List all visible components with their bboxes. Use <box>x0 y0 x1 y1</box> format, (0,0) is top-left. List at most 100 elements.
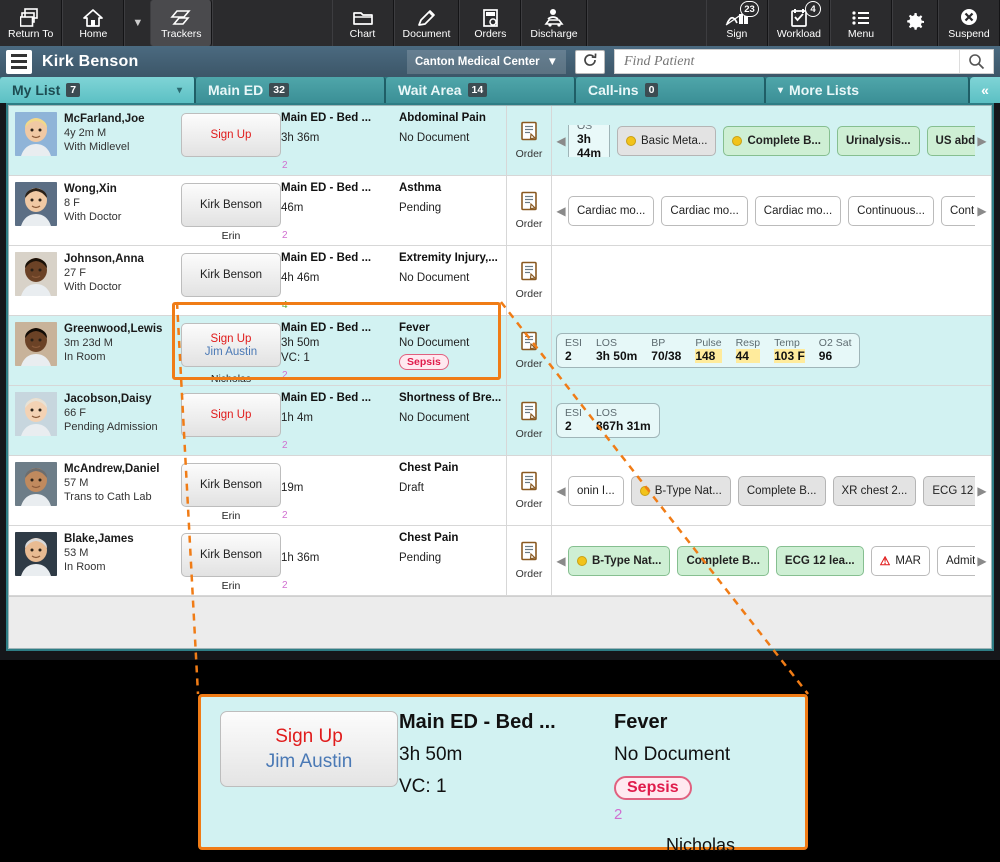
encounter-cell[interactable]: Chest PainKirk Benson1h 36mPendingErin2 <box>181 526 506 595</box>
order-chip[interactable]: Basic Meta... <box>617 126 716 156</box>
collapse-panel-button[interactable]: « <box>970 77 1000 103</box>
assignment-button[interactable]: Sign Up <box>181 393 281 437</box>
encounter-cell[interactable]: Main ED - Bed ...AsthmaKirk Benson46mPen… <box>181 176 506 245</box>
order-chip[interactable]: Cardiac mo... <box>661 196 747 226</box>
toolbar-button-trackers[interactable]: Trackers <box>150 0 212 46</box>
order-chip[interactable]: Complete B... <box>677 546 768 576</box>
patient-cell[interactable]: Jacobson,Daisy66 FPending Admission <box>9 386 181 455</box>
scroll-left-arrow-icon[interactable]: ◀ <box>554 134 568 148</box>
table-row[interactable]: Jacobson,Daisy66 FPending AdmissionMain … <box>9 386 991 456</box>
order-chip[interactable]: ⚠MAR <box>871 546 930 576</box>
vitals-panel[interactable]: ESI2LOS867h 31m <box>556 403 660 438</box>
patient-cell[interactable]: Blake,James53 MIn Room <box>9 526 181 595</box>
sepsis-badge[interactable]: Sepsis <box>399 354 449 370</box>
table-row[interactable]: Johnson,Anna27 FWith DoctorMain ED - Bed… <box>9 246 991 316</box>
scroll-right-arrow-icon[interactable]: ▶ <box>975 204 989 218</box>
patient-status: Pending Admission <box>64 421 158 433</box>
order-chip[interactable]: B-Type Nat... <box>568 546 670 576</box>
scroll-right-arrow-icon[interactable]: ▶ <box>975 134 989 148</box>
tab-call-ins[interactable]: Call-ins 0 <box>576 77 766 103</box>
search-input[interactable] <box>615 50 959 73</box>
toolbar-button-suspend[interactable]: Suspend <box>938 0 1000 46</box>
order-column[interactable]: Order <box>506 106 552 175</box>
table-row[interactable]: Wong,Xin8 FWith DoctorMain ED - Bed ...A… <box>9 176 991 246</box>
toolbar-button-home[interactable]: Home <box>62 0 124 46</box>
refresh-button[interactable] <box>575 50 605 74</box>
toolbar-button-menu[interactable]: Menu <box>830 0 892 46</box>
toolbar-button-orders[interactable]: Orders <box>459 0 521 46</box>
order-column[interactable]: Order <box>506 246 552 315</box>
table-row[interactable]: Blake,James53 MIn RoomChest PainKirk Ben… <box>9 526 991 596</box>
toolbar-button-chart[interactable]: Chart <box>332 0 394 46</box>
vital-label: BP <box>651 337 681 349</box>
assignment-button[interactable]: Kirk Benson <box>181 183 281 227</box>
vitals-panel[interactable]: ESI2LOS3h 50mBP70/38Pulse148Resp44Temp10… <box>556 333 860 368</box>
find-patient-field[interactable] <box>614 49 994 74</box>
table-row[interactable]: McFarland,Joe4y 2m MWith MidlevelMain ED… <box>9 106 991 176</box>
assignment-button[interactable]: Kirk Benson <box>181 533 281 577</box>
order-chip[interactable]: Cardiac mo... <box>568 196 654 226</box>
order-chip[interactable]: XR chest 2... <box>833 476 917 506</box>
hamburger-menu-icon[interactable] <box>6 50 32 74</box>
order-chip[interactable]: B-Type Nat... <box>631 476 731 506</box>
vital-label: Resp <box>736 337 761 349</box>
toolbar-button-sign[interactable]: 23 Sign <box>706 0 768 46</box>
order-chip[interactable]: Continuous... <box>848 196 934 226</box>
assignment-button[interactable]: Kirk Benson <box>181 463 281 507</box>
toolbar-button-discharge[interactable]: Discharge <box>521 0 586 46</box>
order-chip[interactable]: Admit as I... <box>937 546 975 576</box>
home-dropdown-caret-icon[interactable]: ▼ <box>124 0 150 46</box>
order-chip[interactable]: Complete B... <box>723 126 829 156</box>
callout-sepsis-badge[interactable]: Sepsis <box>614 776 692 800</box>
assignment-button[interactable]: Kirk Benson <box>181 253 281 297</box>
patient-demographics: 8 F <box>64 197 121 209</box>
toolbar-button-return-to[interactable]: Return To <box>0 0 62 46</box>
order-chip[interactable]: Continuous... <box>941 196 975 226</box>
toolbar-button-document[interactable]: Document <box>394 0 460 46</box>
order-chip[interactable]: Urinalysis... <box>837 126 920 156</box>
order-chip[interactable]: Cardiac mo... <box>755 196 841 226</box>
encounter-cell[interactable]: Main ED - Bed ...Abdominal PainSign Up3h… <box>181 106 506 175</box>
table-row[interactable]: Greenwood,Lewis3m 23d MIn RoomMain ED - … <box>9 316 991 386</box>
tab-main-ed[interactable]: Main ED 32 <box>196 77 386 103</box>
patient-cell[interactable]: McAndrew,Daniel57 MTrans to Cath Lab <box>9 456 181 525</box>
order-chip[interactable]: Complete B... <box>738 476 826 506</box>
encounter-cell[interactable]: Main ED - Bed ...Extremity Injury,...Kir… <box>181 246 506 315</box>
encounter-cell[interactable]: Main ED - Bed ...FeverSign UpJim Austin3… <box>181 316 506 385</box>
scroll-right-arrow-icon[interactable]: ▶ <box>975 554 989 568</box>
patient-cell[interactable]: Greenwood,Lewis3m 23d MIn Room <box>9 316 181 385</box>
facility-selector[interactable]: Canton Medical Center ▼ <box>407 50 566 74</box>
order-chip[interactable]: US abdomen <box>927 126 975 156</box>
scroll-left-arrow-icon[interactable]: ◀ <box>554 204 568 218</box>
search-icon[interactable] <box>959 50 993 73</box>
callout-sign-up-button[interactable]: Sign Up Jim Austin <box>220 711 398 787</box>
los-chip[interactable]: OS3h 44m <box>568 125 610 157</box>
scroll-left-arrow-icon[interactable]: ◀ <box>554 554 568 568</box>
encounter-cell[interactable]: Chest PainKirk Benson19mDraftErin2 <box>181 456 506 525</box>
assignment-button[interactable]: Sign UpJim Austin <box>181 323 281 367</box>
order-column[interactable]: Order <box>506 316 552 385</box>
patient-cell[interactable]: Wong,Xin8 FWith Doctor <box>9 176 181 245</box>
order-column[interactable]: Order <box>506 456 552 525</box>
tab-wait-area[interactable]: Wait Area 14 <box>386 77 576 103</box>
chief-complaint: Extremity Injury,... <box>399 252 502 264</box>
scroll-right-arrow-icon[interactable]: ▶ <box>975 484 989 498</box>
encounter-cell[interactable]: Main ED - Bed ...Shortness of Bre...Sign… <box>181 386 506 455</box>
patient-cell[interactable]: McFarland,Joe4y 2m MWith Midlevel <box>9 106 181 175</box>
order-chip[interactable]: ECG 12 lea... <box>923 476 975 506</box>
tab-my-list[interactable]: My List 7 ▾ <box>0 77 196 103</box>
order-column[interactable]: Order <box>506 386 552 455</box>
scroll-left-arrow-icon[interactable]: ◀ <box>554 484 568 498</box>
toolbar-button-settings[interactable] <box>892 0 938 46</box>
chevron-down-icon[interactable]: ▾ <box>177 85 182 96</box>
order-chip[interactable]: ECG 12 lea... <box>776 546 864 576</box>
order-column-label: Order <box>516 358 543 370</box>
tab-more-lists[interactable]: ▾ More Lists <box>766 77 970 103</box>
assignment-button[interactable]: Sign Up <box>181 113 281 157</box>
order-column[interactable]: Order <box>506 176 552 245</box>
order-column[interactable]: Order <box>506 526 552 595</box>
table-row[interactable]: McAndrew,Daniel57 MTrans to Cath LabChes… <box>9 456 991 526</box>
order-chip[interactable]: onin I... <box>568 476 624 506</box>
toolbar-button-workload[interactable]: 4 Workload <box>768 0 830 46</box>
patient-cell[interactable]: Johnson,Anna27 FWith Doctor <box>9 246 181 315</box>
